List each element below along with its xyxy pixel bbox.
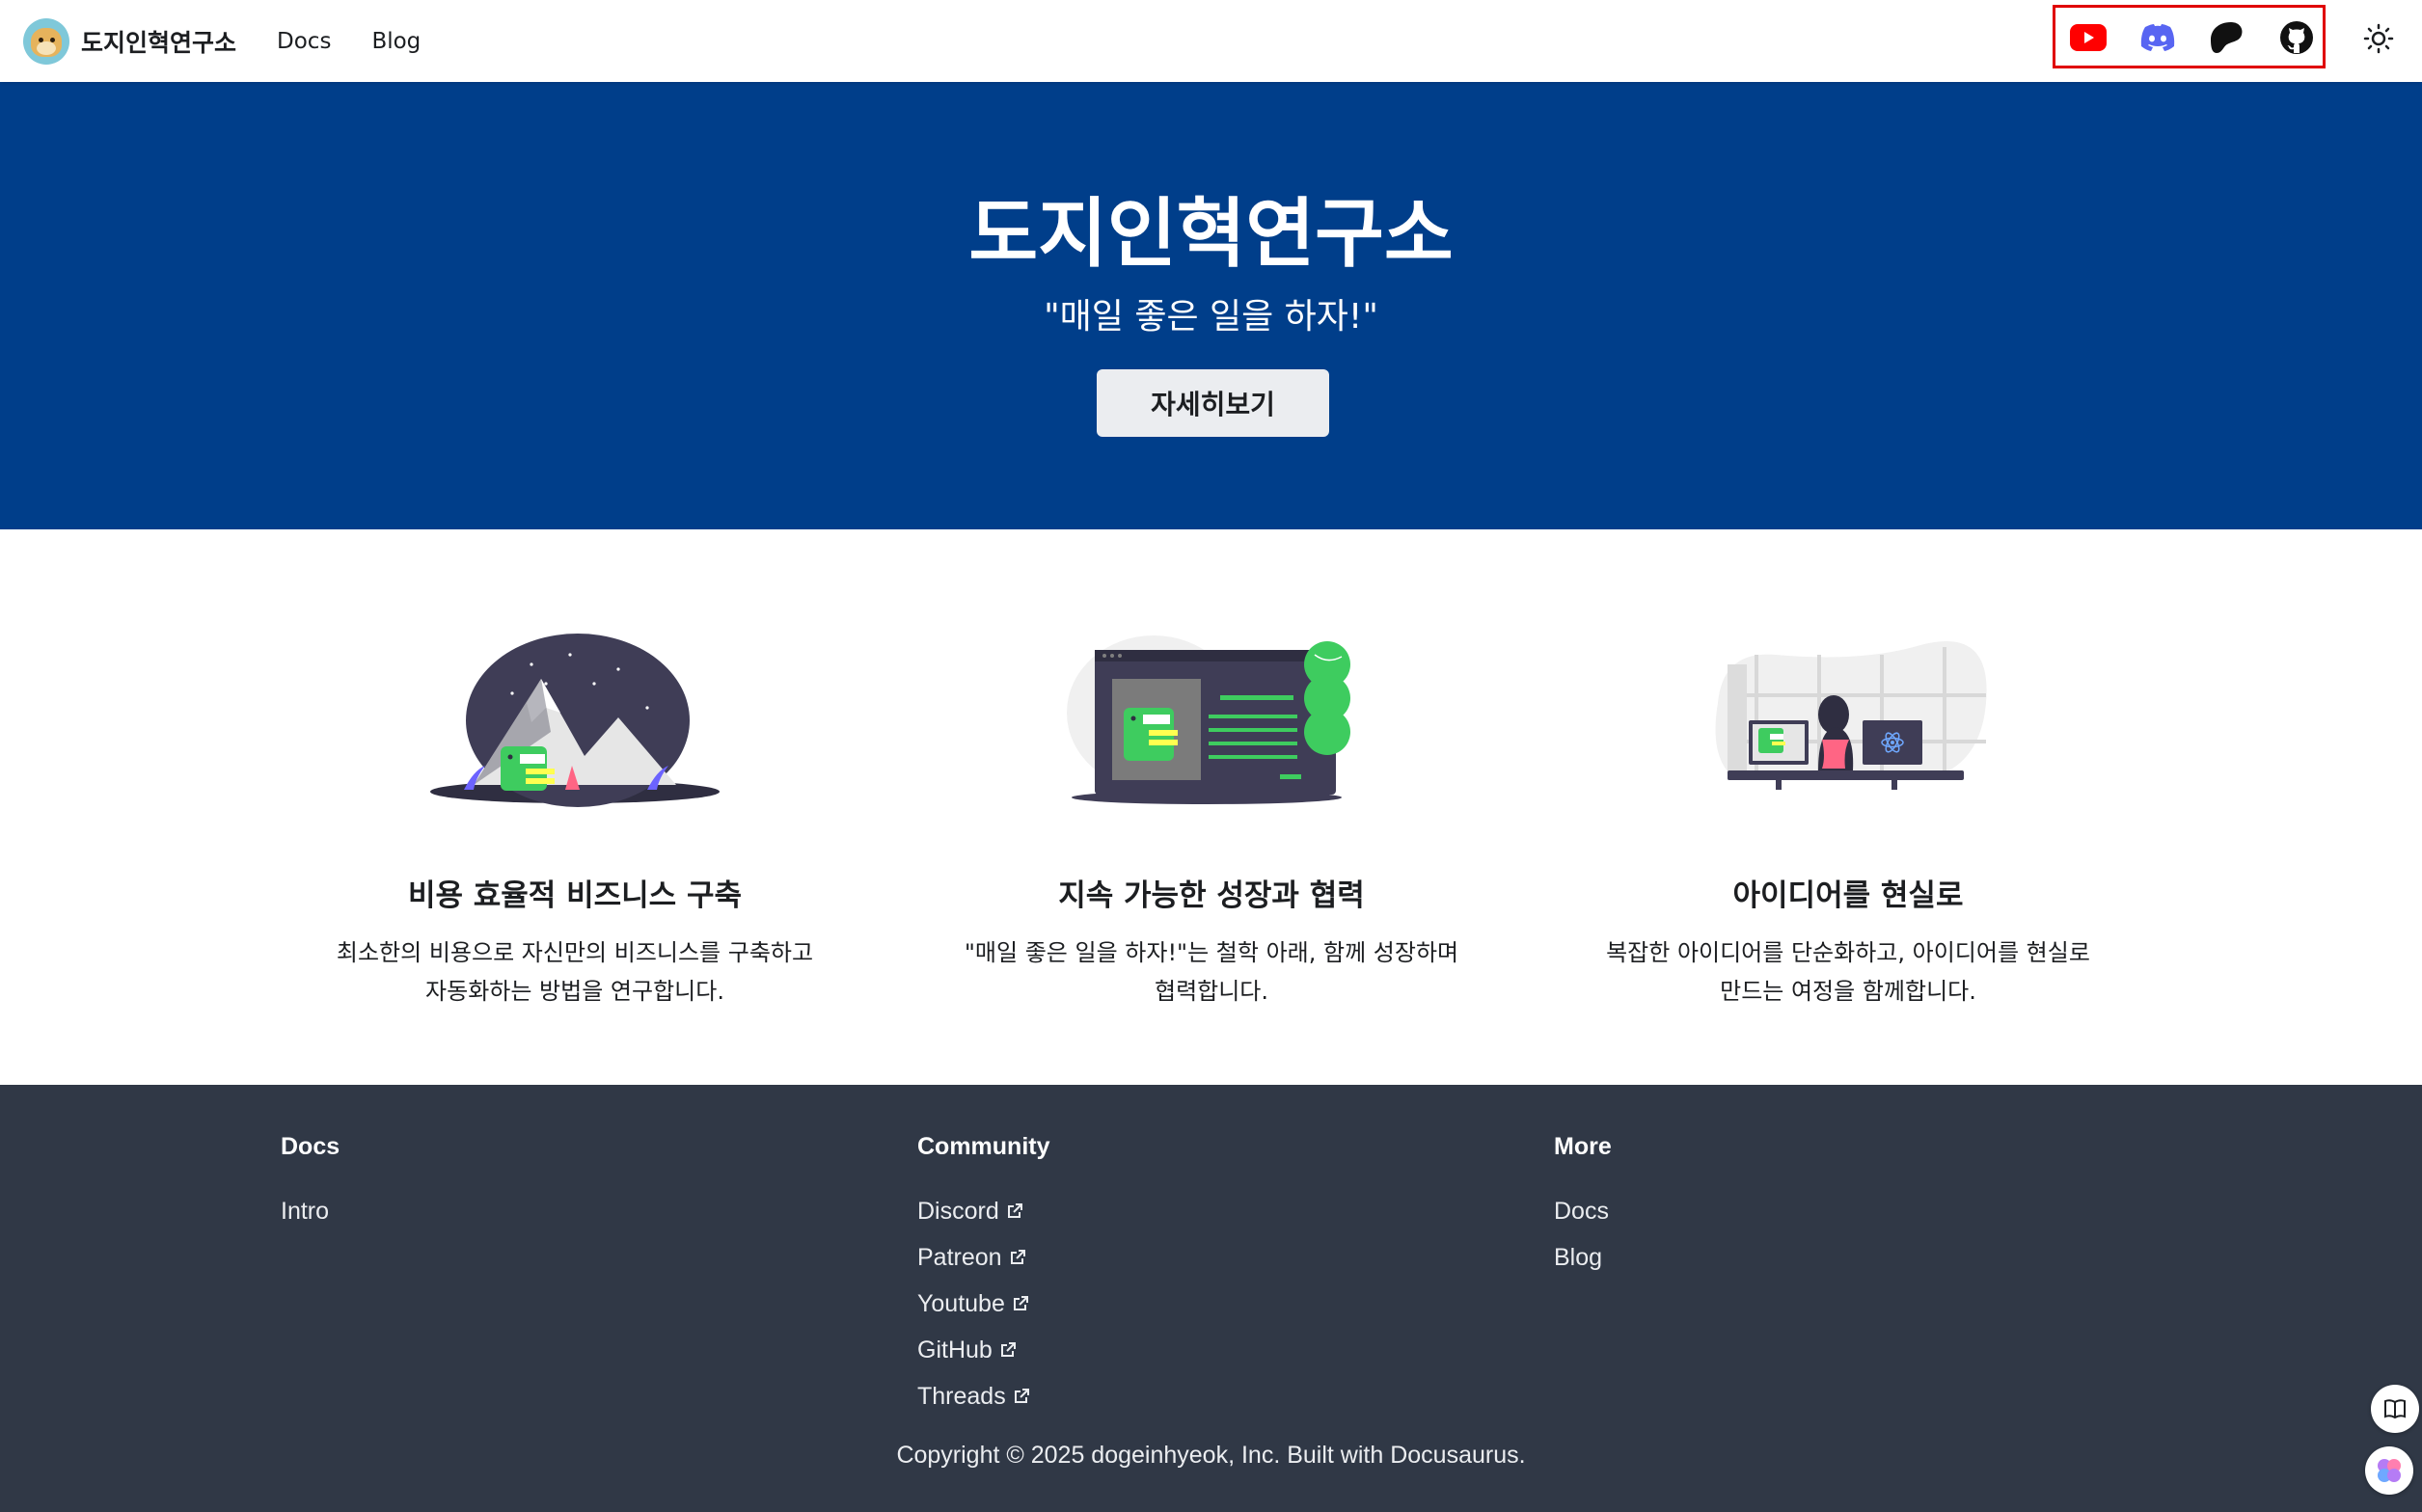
feature-description: 최소한의 비용으로 자신만의 비즈니스를 구축하고 자동화하는 방법을 연구합니…: [336, 939, 814, 1005]
patreon-icon[interactable]: [2209, 19, 2245, 56]
copyright-text: Copyright © 2025 dogeinhyeok, Inc. Built…: [896, 1442, 1526, 1469]
feature-title: 아이디어를 현실로: [1732, 878, 1964, 913]
footer-column-community: Community Discord Patreon Youtube GitHub…: [917, 1133, 1050, 1419]
footer-link-github[interactable]: GitHub: [917, 1327, 1050, 1373]
brain-icon: [2378, 1459, 2401, 1482]
footer-link-patreon[interactable]: Patreon: [917, 1234, 1050, 1281]
hero-subtitle: "매일 좋은 일을 하자!": [1044, 297, 1378, 337]
brand-title: 도지인혁연구소: [81, 28, 237, 57]
footer-link-intro[interactable]: Intro: [281, 1188, 340, 1234]
feature-title: 비용 효율적 비즈니스 구축: [407, 878, 743, 913]
feature-description: 복잡한 아이디어를 단순화하고, 아이디어를 현실로 만드는 여정을 함께합니다…: [1606, 939, 2090, 1005]
footer-column-title: Docs: [281, 1133, 340, 1160]
features-section: 비용 효율적 비즈니스 구축 최소한의 비용으로 자신만의 비즈니스를 구축하고…: [0, 529, 2422, 1085]
github-icon[interactable]: [2278, 19, 2315, 56]
footer: Docs Intro Community Discord Patreon You…: [0, 1085, 2422, 1512]
nav-link-docs[interactable]: Docs: [277, 29, 331, 54]
footer-column-title: More: [1554, 1133, 1612, 1160]
footer-link-docs[interactable]: Docs: [1554, 1188, 1612, 1234]
external-link-icon: [1011, 1294, 1030, 1313]
feature-title: 지속 가능한 성장과 협력: [1058, 878, 1365, 913]
learn-more-button[interactable]: 자세히보기: [1097, 369, 1329, 437]
feature-card: 지속 가능한 성장과 협력 "매일 좋은 일을 하자!"는 철학 아래, 함께 …: [912, 626, 1510, 1011]
youtube-icon[interactable]: [2070, 19, 2107, 56]
footer-column-more: More Docs Blog: [1554, 1133, 1612, 1281]
nav-link-blog[interactable]: Blog: [371, 29, 421, 54]
feature-description: "매일 좋은 일을 하자!"는 철학 아래, 함께 성장하며 협력합니다.: [964, 939, 1459, 1005]
feature-card: 아이디어를 현실로 복잡한 아이디어를 단순화하고, 아이디어를 현실로 만드는…: [1549, 626, 2147, 1011]
ai-assistant-button[interactable]: [2365, 1446, 2413, 1495]
external-link-icon: [998, 1340, 1018, 1360]
footer-link-blog[interactable]: Blog: [1554, 1234, 1612, 1281]
footer-link-threads[interactable]: Threads: [917, 1373, 1050, 1419]
hero-banner: 도지인혁연구소 "매일 좋은 일을 하자!" 자세히보기: [0, 82, 2422, 529]
developer-illustration-icon: [1715, 641, 1987, 790]
discord-icon[interactable]: [2139, 19, 2176, 56]
book-icon: [2384, 1399, 2406, 1419]
footer-link-discord[interactable]: Discord: [917, 1188, 1050, 1234]
feature-card: 비용 효율적 비즈니스 구축 최소한의 비용으로 자신만의 비즈니스를 구축하고…: [276, 626, 874, 1011]
webpage-illustration-icon: [1067, 635, 1350, 804]
mountain-illustration-icon: [430, 634, 720, 807]
external-link-icon: [1008, 1248, 1027, 1267]
reader-mode-button[interactable]: [2371, 1385, 2419, 1433]
external-link-icon: [1012, 1387, 1031, 1406]
sun-icon: [2363, 23, 2394, 54]
hero-title: 도지인혁연구소: [968, 191, 1454, 278]
brand-link[interactable]: 도지인혁연구소: [23, 17, 237, 65]
external-link-icon: [1005, 1202, 1024, 1221]
footer-column-docs: Docs Intro: [281, 1133, 340, 1234]
doge-logo-icon: [23, 17, 69, 65]
footer-column-title: Community: [917, 1133, 1050, 1160]
theme-toggle-button[interactable]: [2359, 19, 2398, 58]
footer-link-youtube[interactable]: Youtube: [917, 1281, 1050, 1327]
